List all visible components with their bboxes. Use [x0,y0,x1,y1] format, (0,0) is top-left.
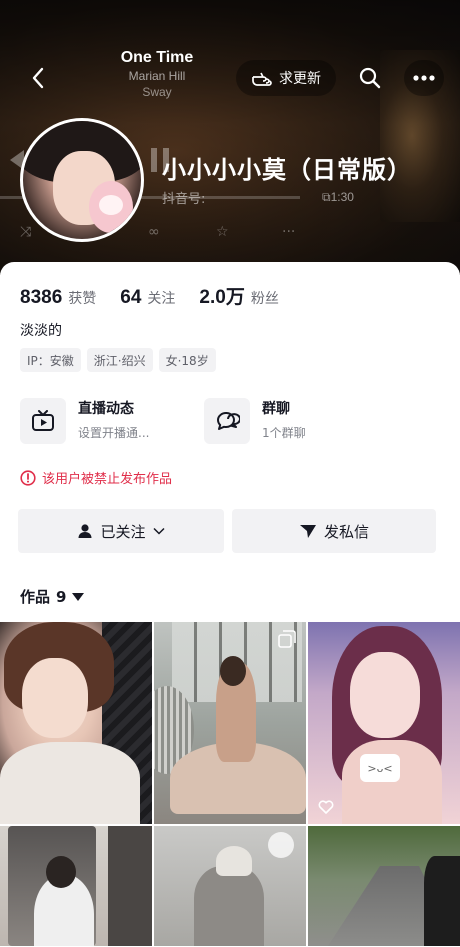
song-artist: Marian Hill [128,69,186,83]
group-chat-subtitle: 1个群聊 [262,426,306,440]
work-thumbnail[interactable] [308,826,460,946]
ip-tag: IP：安徽 [20,348,81,372]
search-button[interactable] [352,60,388,96]
works-count: 9 [56,587,67,606]
group-chat-title: 群聊 [262,401,290,417]
profile-card: 8386 获赞 64 关注 2.0万 粉丝 淡淡的 IP：安徽 浙江·绍兴 女·… [0,262,460,947]
gender-age-tag: 女·18岁 [158,348,216,372]
bio: 淡淡的 [20,323,62,339]
tags-row: IP：安徽 浙江·绍兴 女·18岁 [20,348,216,372]
features-row: 直播动态 设置开播通... 群聊 1个群聊 [20,394,440,448]
work-thumbnail[interactable] [154,622,306,824]
caret-down-icon [72,592,85,601]
request-update-label: 求更新 [279,71,321,87]
user-icon [78,524,92,538]
loop-icon: ∞ [148,224,160,240]
live-updates-title: 直播动态 [78,401,134,417]
follow-button[interactable]: 已关注 [18,509,224,553]
back-button[interactable] [24,64,52,92]
tv-icon [32,410,54,431]
group-chat-entry[interactable]: 群聊 1个群聊 [204,394,306,448]
song-title: One Time [120,49,194,66]
chevron-down-icon [152,527,165,535]
followers-count[interactable]: 2.0万 [199,282,244,309]
banned-notice-text: 该用户被禁止发布作品 [42,472,173,487]
likes-count[interactable]: 8386 [20,287,62,309]
message-label: 发私信 [323,522,369,541]
heart-icon [318,800,334,814]
live-updates-entry[interactable]: 直播动态 设置开播通... [20,394,149,448]
work-thumbnail[interactable] [154,826,306,946]
live-updates-subtitle: 设置开播通... [78,426,150,440]
banned-notice: 该用户被禁止发布作品 [20,468,172,487]
multi-image-icon [278,630,296,648]
following-count[interactable]: 64 [120,287,141,309]
following-label[interactable]: 关注 [147,288,175,308]
now-playing[interactable]: One Time Marian Hill Sway [92,48,222,100]
stats-row: 8386 获赞 64 关注 2.0万 粉丝 [20,282,297,309]
followers-label[interactable]: 粉丝 [251,288,279,308]
works-label: 作品 [20,588,51,606]
douyin-id[interactable]: 抖音号: [162,188,205,207]
cat-sticker: >ᴗ< [360,754,400,782]
warning-icon [20,469,36,486]
back-icon [32,67,44,89]
hand-point-icon [252,72,272,86]
request-update-button[interactable]: 求更新 [236,60,336,96]
avatar[interactable] [20,118,144,242]
work-thumbnail[interactable] [0,622,152,824]
follow-label: 已关注 [100,522,146,541]
location-tag: 浙江·绍兴 [86,348,153,372]
shuffle-icon: ⤨ [20,224,32,240]
nickname: 小小小小莫（日常版） [162,156,412,184]
send-icon [299,525,316,538]
likes-label[interactable]: 获赞 [68,288,96,308]
search-icon [359,67,381,89]
more-icon [413,75,435,81]
song-time: ⧉1:30 [322,190,354,204]
star-icon: ☆ [216,224,229,240]
actions-row: 已关注 发私信 [18,509,436,553]
more-button[interactable] [404,60,444,96]
message-button[interactable]: 发私信 [232,509,436,553]
work-thumbnail[interactable]: >ᴗ< [308,622,460,824]
song-album: Sway [142,85,172,99]
works-tab[interactable]: 作品 9 [20,586,85,607]
profile-header: ⤨ ∞ ☆ ··· One Time Marian Hill Sway 求更新 [0,0,460,275]
work-thumbnail[interactable] [0,826,152,946]
chat-bubble-icon [217,412,240,430]
ellipsis-icon: ··· [282,224,296,240]
